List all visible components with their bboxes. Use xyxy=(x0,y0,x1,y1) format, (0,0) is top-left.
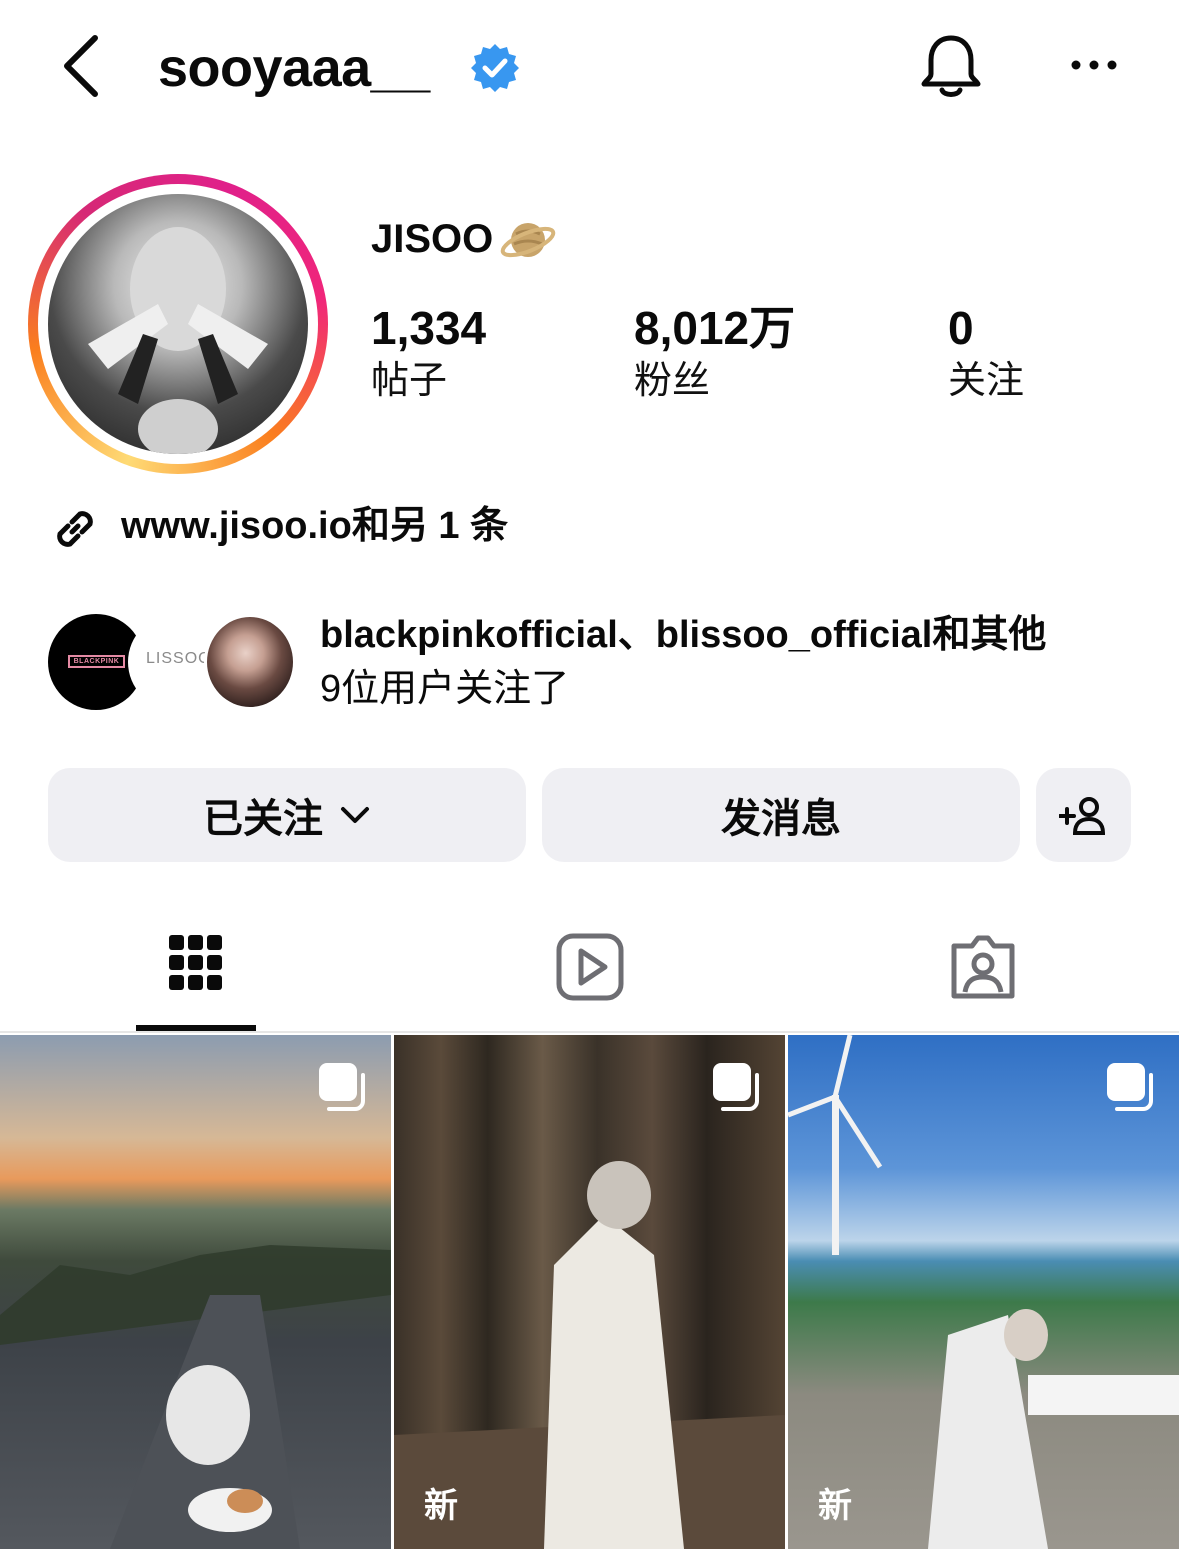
tagged-icon[interactable] xyxy=(948,932,1018,1002)
stat-following[interactable]: 0 关注 xyxy=(948,300,1024,406)
following-button[interactable]: 已关注 xyxy=(48,768,526,862)
reels-icon[interactable] xyxy=(555,932,625,1002)
ringed-planet-icon xyxy=(500,212,556,268)
carousel-icon xyxy=(711,1061,763,1113)
profile-username: sooyaaa__ xyxy=(158,38,430,98)
followed-by-text[interactable]: blackpinkofficial、blissoo_official和其他 9位… xyxy=(320,608,1140,716)
display-name: JISOO xyxy=(371,217,494,261)
add-person-icon xyxy=(1058,797,1105,835)
profile-avatar[interactable] xyxy=(48,194,308,454)
following-label: 已关注 xyxy=(203,797,323,841)
tab-divider xyxy=(0,1031,1179,1033)
carousel-icon xyxy=(1105,1061,1157,1113)
message-button[interactable]: 发消息 xyxy=(542,768,1020,862)
followed-by-line1: blackpinkofficial、blissoo_official和其他 xyxy=(320,614,1047,656)
followers-label: 粉丝 xyxy=(634,360,711,402)
link-icon xyxy=(48,502,102,556)
post-thumbnail[interactable]: 新 xyxy=(788,1035,1179,1549)
stat-followers[interactable]: 8,012万 粉丝 xyxy=(634,300,795,406)
stat-posts[interactable]: 1,334 帖子 xyxy=(371,300,486,406)
bell-icon[interactable] xyxy=(918,32,984,102)
mutual-avatar[interactable] xyxy=(204,614,296,710)
chevron-down-icon xyxy=(341,807,369,823)
grid-icon[interactable] xyxy=(161,932,231,1002)
following-label: 关注 xyxy=(948,360,1025,402)
followed-by-line2: 9位用户关注了 xyxy=(320,668,570,710)
followers-count: 8,012万 xyxy=(634,302,796,354)
carousel-icon xyxy=(317,1061,369,1113)
post-thumbnail[interactable]: 新 xyxy=(394,1035,785,1549)
message-label: 发消息 xyxy=(721,797,841,841)
chevron-left-icon[interactable] xyxy=(55,28,115,104)
posts-count: 1,334 xyxy=(371,302,487,354)
new-label: 新 xyxy=(818,1487,852,1525)
more-horizontal-icon[interactable] xyxy=(1066,50,1122,80)
following-count: 0 xyxy=(948,302,974,354)
profile-page: sooyaaa__ JISOO 1,334 帖子 8,012万 粉丝 0 关注 … xyxy=(0,0,1179,1549)
new-label: 新 xyxy=(424,1487,458,1525)
add-person-button[interactable] xyxy=(1036,768,1131,862)
posts-label: 帖子 xyxy=(371,360,448,402)
post-thumbnail[interactable] xyxy=(0,1035,391,1549)
verified-badge-icon xyxy=(470,42,520,92)
bio-link[interactable]: www.jisoo.io和另 1 条 xyxy=(121,500,508,552)
